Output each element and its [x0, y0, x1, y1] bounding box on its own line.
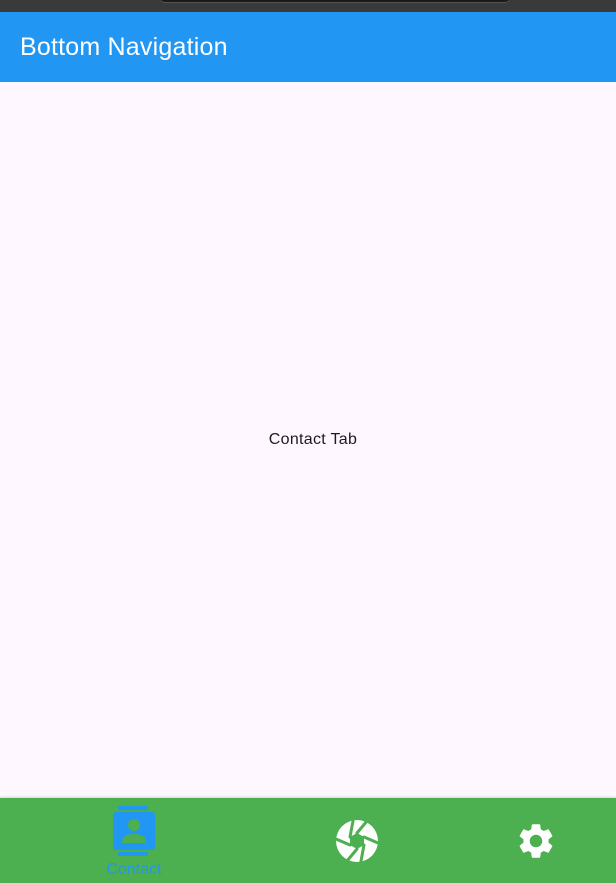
camera-aperture-icon [334, 819, 380, 868]
contact-icon [112, 806, 156, 863]
nav-item-settings[interactable] [436, 798, 616, 883]
status-bar [0, 0, 616, 12]
nav-item-contact-label: Contact [106, 861, 162, 878]
tab-content-text: Contact Tab [268, 431, 358, 448]
nav-item-camera[interactable] [258, 798, 458, 883]
nav-item-contact[interactable]: Contact [34, 798, 234, 883]
settings-gear-icon [515, 820, 557, 867]
bottom-navigation-bar: Contact [0, 798, 616, 883]
app-bar: Bottom Navigation [0, 12, 616, 82]
camera-notch [158, 0, 512, 3]
tab-content: Contact Tab [0, 82, 616, 798]
app-bar-title: Bottom Navigation [20, 32, 228, 61]
